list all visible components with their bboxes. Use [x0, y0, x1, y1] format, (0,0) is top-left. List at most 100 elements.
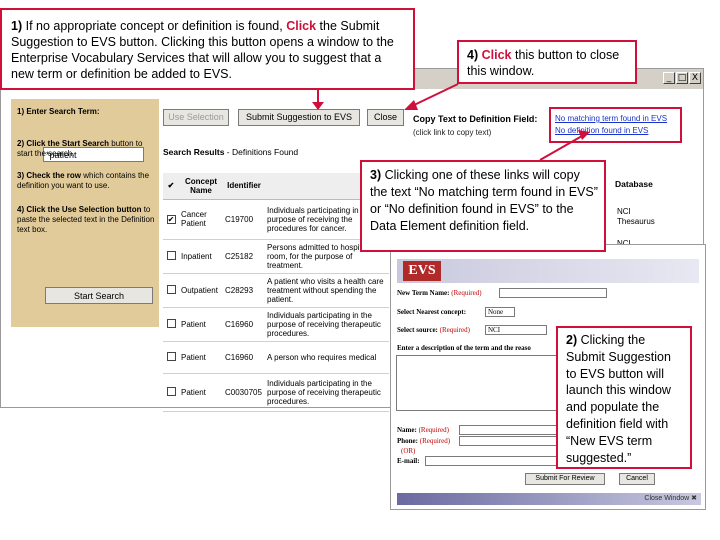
name-label-text: Name: [397, 426, 417, 434]
no-definition-link[interactable]: No definition found in EVS [555, 125, 678, 137]
concept-name-cell: Inpatient [179, 239, 223, 274]
row-checkbox-cell[interactable] [163, 373, 179, 412]
header-concept-name: Concept Name [179, 173, 223, 200]
callout3-text: Clicking one of these links will copy th… [370, 168, 598, 233]
header-database: Database [615, 179, 653, 189]
identifier-cell: C19700 [223, 199, 265, 240]
row-checkbox-cell[interactable]: ✔ [163, 199, 179, 240]
callout-step3: 3) Clicking one of these links will copy… [360, 160, 606, 252]
minimize-button[interactable]: _ [663, 72, 675, 84]
callout3-number: 3) [370, 168, 382, 182]
copy-text-subtitle: (click link to copy text) [413, 128, 492, 137]
results-header-row: ✔ Concept Name Identifier [163, 173, 389, 200]
callout2-number: 2) [566, 333, 578, 347]
popup-footer: Close Window ✖ [397, 493, 701, 505]
results-table: ✔ Concept Name Identifier ✔ Cancer Patie… [163, 173, 389, 412]
phone-input[interactable] [459, 436, 559, 446]
nearest-concept-label: Select Nearest concept: [397, 308, 467, 316]
required-marker: (Required) [439, 326, 470, 334]
source-value: NCI [488, 326, 501, 334]
table-row[interactable]: Patient C0030705 Individuals participati… [163, 373, 389, 412]
close-button[interactable]: Close [367, 109, 404, 126]
concept-name-cell: Patient [179, 307, 223, 342]
table-row[interactable]: Inpatient C25182 Persons admitted to hos… [163, 239, 389, 274]
submit-for-review-button[interactable]: Submit For Review [525, 473, 605, 485]
required-marker: (Required) [419, 437, 451, 445]
row-checkbox-cell[interactable] [163, 341, 179, 374]
copy-links-box: No matching term found in EVS No definit… [549, 107, 682, 143]
row-checkbox[interactable] [166, 386, 176, 396]
cancel-button[interactable]: Cancel [619, 473, 655, 485]
row-checkbox[interactable]: ✔ [166, 214, 176, 224]
step3-bold: 3) Check the row [17, 171, 82, 180]
nearest-concept-value: None [488, 308, 504, 316]
identifier-cell: C16960 [223, 307, 265, 342]
results-title: Search Results - Definitions Found [163, 147, 298, 157]
new-term-label-text: New Term Name: [397, 289, 450, 297]
row-checkbox[interactable] [166, 351, 176, 361]
email-input[interactable] [425, 456, 559, 466]
close-window-link[interactable]: Close Window ✖ [644, 494, 697, 502]
table-row[interactable]: ✔ Cancer Patient C19700 Individuals part… [163, 199, 389, 240]
identifier-cell: C25182 [223, 239, 265, 274]
concept-name-cell: Outpatient [179, 273, 223, 308]
popup-banner: EVS [397, 259, 699, 283]
copy-text-title: Copy Text to Definition Field: [413, 114, 538, 124]
submit-suggestion-button[interactable]: Submit Suggestion to EVS [238, 109, 360, 126]
step3-text: 3) Check the row which contains the defi… [17, 171, 155, 191]
callout1-text1: If no appropriate concept or definition … [22, 19, 287, 33]
step1-label: 1) Enter Search Term: [17, 107, 100, 116]
results-title-rest: - Definitions Found [224, 147, 299, 157]
name-input[interactable] [459, 425, 559, 435]
step4-text: 4) Click the Use Selection button to pas… [17, 205, 155, 235]
row-checkbox-cell[interactable] [163, 239, 179, 274]
definition-cell: A person who requires medical [265, 341, 389, 374]
use-selection-button[interactable]: Use Selection [163, 109, 229, 126]
concept-name-cell: Patient [179, 373, 223, 412]
results-title-bold: Search Results [163, 147, 225, 157]
table-row[interactable]: Patient C16960 Individuals participating… [163, 307, 389, 342]
source-select[interactable]: NCI [485, 325, 547, 335]
row-checkbox[interactable] [166, 318, 176, 328]
callout1-number: 1) [11, 19, 23, 33]
name-label: Name: (Required) [397, 426, 449, 434]
callout1-click: Click [286, 19, 317, 33]
instructions-panel: 1) Enter Search Term: 2) Click the Start… [11, 99, 159, 327]
maximize-button[interactable]: □ [676, 72, 688, 84]
new-term-label: New Term Name: (Required) [397, 289, 482, 297]
header-identifier: Identifier [223, 173, 265, 200]
table-row[interactable]: Outpatient C28293 A patient who visits a… [163, 273, 389, 308]
callout-step4: 4) Click this button to close this windo… [457, 40, 637, 84]
definition-cell: Individuals participating in the purpose… [265, 373, 389, 412]
row-checkbox-cell[interactable] [163, 273, 179, 308]
email-label: E-mail: [397, 457, 420, 465]
no-matching-term-link[interactable]: No matching term found in EVS [555, 113, 678, 125]
callout-step2: 2) Clicking the Submit Suggestion to EVS… [556, 326, 692, 469]
step2-text: 2) Click the Start Search button to star… [17, 139, 155, 159]
header-check: ✔ [163, 173, 179, 200]
definition-cell: Individuals participating in the purpose… [265, 307, 389, 342]
step4-bold: 4) Click the Use Selection button [17, 205, 142, 214]
start-search-button[interactable]: Start Search [45, 287, 153, 304]
description-label: Enter a description of the term and the … [397, 344, 531, 352]
callout4-click: Click [481, 48, 512, 62]
table-row[interactable]: Patient C16960 A person who requires med… [163, 341, 389, 374]
new-term-input[interactable] [499, 288, 607, 298]
required-marker: (Required) [418, 426, 449, 434]
nearest-concept-select[interactable]: None [485, 307, 515, 317]
required-marker: (Required) [451, 289, 482, 297]
evs-logo: EVS [403, 261, 441, 281]
row-checkbox[interactable] [166, 250, 176, 260]
close-x-icon: ✖ [691, 495, 697, 502]
source-label: Select source: (Required) [397, 326, 470, 334]
row-checkbox[interactable] [166, 284, 176, 294]
identifier-cell: C0030705 [223, 373, 265, 412]
window-close-button[interactable]: X [689, 72, 701, 84]
step2-bold: 2) Click the Start Search [17, 139, 110, 148]
identifier-cell: C28293 [223, 273, 265, 308]
concept-name-cell: Cancer Patient [179, 199, 223, 240]
definition-cell: A patient who visits a health care treat… [265, 273, 389, 308]
or-label: (OR) [401, 447, 416, 455]
concept-name-cell: Patient [179, 341, 223, 374]
row-checkbox-cell[interactable] [163, 307, 179, 342]
